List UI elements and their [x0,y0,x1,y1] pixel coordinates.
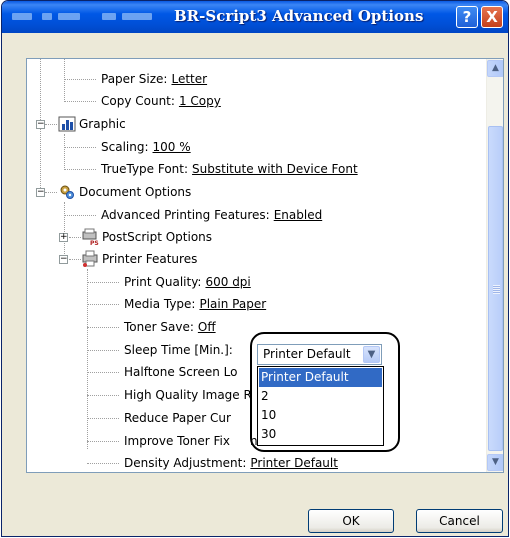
printer-features-label: Printer Features [102,252,198,266]
tree-line [64,79,96,80]
truetype-font-value[interactable]: Substitute with Device Font [192,162,358,176]
paper-size-item[interactable]: Paper Size: Letter [101,69,207,90]
graphic-icon [58,116,76,132]
collapse-printer-features-toggle[interactable]: − [59,255,68,264]
density-adjustment-label: Density Adjustment: [124,456,247,470]
tree-line [87,441,119,442]
title-bar-graphic [12,13,162,21]
truetype-font-label: TrueType Font: [101,162,189,176]
printer-features-item[interactable]: Printer Features [102,249,197,270]
tree-line [87,463,119,464]
paper-size-value[interactable]: Letter [171,72,207,86]
tree-line [69,259,81,260]
reduce-paper-curl-label: Reduce Paper Cur [124,411,231,425]
toner-save-value[interactable]: Off [198,320,216,334]
tree-line [87,372,119,373]
print-quality-item[interactable]: Print Quality: 600 dpi [124,272,251,293]
density-adjustment-item[interactable]: Density Adjustment: Printer Default [124,453,338,472]
copy-count-value[interactable]: 1 Copy [179,94,221,108]
tree-line [87,418,119,419]
graphic-item[interactable]: Graphic [79,114,126,135]
media-type-item[interactable]: Media Type: Plain Paper [124,294,266,315]
improve-toner-fixing-item[interactable]: Improve Toner Fix n [124,431,258,452]
sleep-time-label: Sleep Time [Min.]: [124,343,233,357]
scrollbar-thumb[interactable] [488,126,503,451]
tree-line [69,237,81,238]
media-type-label: Media Type: [124,297,196,311]
advanced-printing-value[interactable]: Enabled [274,208,323,222]
copy-count-label: Copy Count: [101,94,175,108]
tree-line [87,350,119,351]
postscript-options-label: PostScript Options [102,230,213,244]
scroll-down-button[interactable]: ▼ [487,454,503,471]
tree-line [87,304,119,305]
tree-line [45,192,57,193]
media-type-value[interactable]: Plain Paper [199,297,266,311]
copy-count-item[interactable]: Copy Count: 1 Copy [101,91,221,112]
printer-features-icon [82,250,98,267]
tree-line [87,282,119,283]
print-quality-value[interactable]: 600 dpi [205,275,250,289]
document-options-label: Document Options [79,185,192,199]
sleep-time-item[interactable]: Sleep Time [Min.]: [124,340,233,361]
scaling-label: Scaling: [101,140,149,154]
scaling-item[interactable]: Scaling: 100 % [101,137,191,158]
density-adjustment-value[interactable]: Printer Default [250,456,338,470]
ok-button[interactable]: OK [308,509,394,533]
toner-save-label: Toner Save: [124,320,194,334]
expand-postscript-toggle[interactable]: + [59,233,68,242]
tree-line [87,269,88,449]
collapse-graphic-toggle[interactable]: − [36,120,45,129]
high-quality-image-label: High Quality Image R [124,388,252,402]
halftone-screen-item[interactable]: Halftone Screen Lo [124,362,237,383]
svg-text:PS: PS [90,240,99,246]
window-title: BR-Script3 Advanced Options [174,7,424,25]
tree-line [64,215,96,216]
paper-size-label: Paper Size: [101,72,168,86]
close-button[interactable]: X [481,6,503,28]
tree-line [64,59,65,102]
tree-line [87,395,119,396]
graphic-label: Graphic [79,117,126,131]
high-quality-image-item[interactable]: High Quality Image R [124,385,252,406]
advanced-printing-label: Advanced Printing Features: [101,208,270,222]
postscript-icon: PS [82,228,99,246]
halftone-screen-label: Halftone Screen Lo [124,365,238,379]
help-button[interactable]: ? [456,6,478,28]
reduce-paper-curl-item[interactable]: Reduce Paper Cur [124,408,231,429]
tree-line [64,202,65,260]
vertical-scrollbar[interactable]: ▲ ▼ [486,59,503,472]
scroll-up-button[interactable]: ▲ [487,60,503,77]
document-options-icon [60,185,74,199]
scrollbar-grip-icon [493,285,500,294]
truetype-font-item[interactable]: TrueType Font: Substitute with Device Fon… [101,159,358,180]
tree-line [64,134,65,170]
tree-line [64,169,96,170]
print-quality-label: Print Quality: [124,275,202,289]
document-options-item[interactable]: Document Options [79,182,191,203]
tree-line [45,124,57,125]
toner-save-item[interactable]: Toner Save: Off [124,317,216,338]
tree-line [87,327,119,328]
tree-line [64,101,96,102]
collapse-document-options-toggle[interactable]: − [36,188,45,197]
advanced-options-dialog: BR-Script3 Advanced Options ? X Paper Si… [1,0,509,537]
scaling-value[interactable]: 100 % [153,140,191,154]
title-bar[interactable]: BR-Script3 Advanced Options ? X [2,1,508,33]
cancel-button[interactable]: Cancel [416,509,503,533]
advanced-printing-item[interactable]: Advanced Printing Features: Enabled [101,205,322,226]
highlight-callout [250,332,400,452]
improve-toner-fixing-label: Improve Toner Fix [124,434,230,448]
tree-line [64,147,96,148]
postscript-options-item[interactable]: PostScript Options [102,227,212,248]
